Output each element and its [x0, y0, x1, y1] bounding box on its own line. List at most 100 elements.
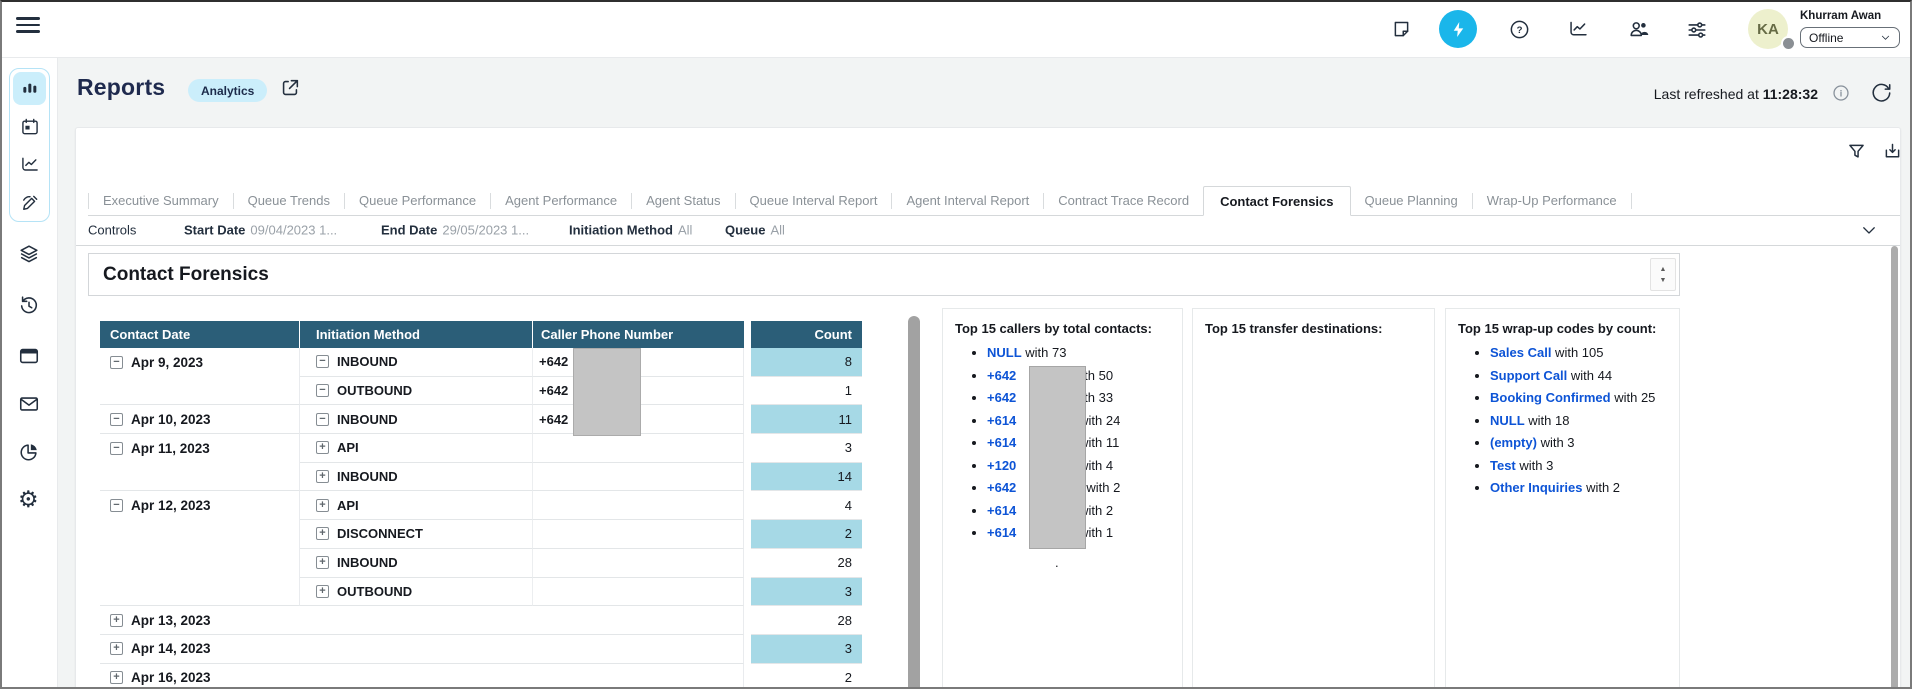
bolt-icon[interactable] — [1439, 10, 1477, 48]
caller-link[interactable]: +642 — [987, 480, 1016, 495]
sidebar-item-calendar[interactable] — [13, 110, 46, 143]
sidebar-item-window[interactable] — [18, 345, 40, 367]
table-header: Contact Date Initiation Method Caller Ph… — [100, 321, 886, 348]
panel-wrapup-codes: Top 15 wrap-up codes by count: Sales Cal… — [1445, 308, 1680, 689]
list-item: Support Call with 44 — [1490, 368, 1679, 384]
caller-link[interactable]: +642 — [987, 390, 1016, 405]
sidebar-item-layers[interactable] — [18, 243, 40, 265]
controls-collapse-chevron-icon[interactable] — [1860, 221, 1878, 239]
window-icon — [18, 345, 40, 367]
tab-wrap-up-performance[interactable]: Wrap-Up Performance — [1473, 187, 1631, 215]
collapse-box-icon[interactable]: − — [316, 413, 329, 426]
wrapup-link[interactable]: Support Call — [1490, 368, 1567, 383]
tab-queue-interval-report[interactable]: Queue Interval Report — [736, 187, 892, 215]
line-chart-icon — [20, 155, 40, 175]
table-scrollbar[interactable] — [908, 316, 920, 689]
status-select[interactable]: Offline — [1800, 27, 1900, 48]
filter-start-date[interactable]: Start Date09/04/2023 1... — [184, 223, 337, 238]
expand-box-icon[interactable]: + — [110, 671, 123, 684]
count-cell: 8 — [751, 348, 862, 377]
external-link-icon[interactable] — [279, 77, 301, 99]
tab-queue-planning[interactable]: Queue Planning — [1351, 187, 1472, 215]
sidebar-item-settings[interactable]: ⚙ — [18, 488, 39, 512]
download-icon[interactable] — [1882, 141, 1901, 162]
collapse-box-icon[interactable]: − — [316, 355, 329, 368]
menu-icon[interactable] — [16, 17, 40, 33]
tab-queue-trends[interactable]: Queue Trends — [234, 187, 344, 215]
expand-box-icon[interactable]: + — [316, 585, 329, 598]
caller-link[interactable]: +614 — [987, 503, 1016, 518]
caller-link[interactable]: +642 — [987, 368, 1016, 383]
help-icon[interactable]: ? — [1509, 19, 1530, 40]
caller-link[interactable]: +614 — [987, 525, 1016, 540]
list-item: Sales Call with 105 — [1490, 345, 1679, 361]
caller-link[interactable]: +614 — [987, 413, 1016, 428]
wrapup-link[interactable]: Test — [1490, 458, 1516, 473]
collapse-box-icon[interactable]: − — [110, 442, 123, 455]
spinner-up-icon[interactable]: ▲ — [1660, 266, 1667, 273]
redaction-overlay — [573, 348, 641, 436]
sidebar-item-pie-chart[interactable] — [18, 441, 40, 463]
tab-queue-performance[interactable]: Queue Performance — [345, 187, 490, 215]
col-caller-phone: Caller Phone Number — [533, 321, 744, 348]
collapse-box-icon[interactable]: − — [110, 356, 123, 369]
caller-link[interactable]: +120 — [987, 458, 1016, 473]
chevron-down-icon — [1880, 32, 1891, 43]
expand-box-icon[interactable]: + — [110, 642, 123, 655]
sidebar-item-line-chart[interactable] — [13, 148, 46, 181]
note-icon[interactable] — [1391, 19, 1412, 40]
refresh-icon[interactable] — [1870, 82, 1892, 104]
info-icon[interactable]: i — [1832, 84, 1850, 102]
expand-box-icon[interactable]: + — [316, 499, 329, 512]
users-icon[interactable] — [1628, 18, 1650, 40]
filter-end-date[interactable]: End Date29/05/2023 1... — [381, 223, 529, 238]
report-card: Executive Summary Queue Trends Queue Per… — [75, 127, 1901, 689]
report-tabs: Executive Summary Queue Trends Queue Per… — [88, 186, 1900, 216]
collapse-box-icon[interactable]: − — [316, 384, 329, 397]
wrapup-link[interactable]: (empty) — [1490, 435, 1537, 450]
svg-text:i: i — [1840, 88, 1843, 98]
sidebar-item-reports[interactable] — [13, 72, 46, 105]
wrapup-link[interactable]: Booking Confirmed — [1490, 390, 1611, 405]
tab-agent-status[interactable]: Agent Status — [632, 187, 734, 215]
top-bar: ? KA Khurram Awan Offline — [2, 2, 1910, 58]
count-cell: 2 — [751, 520, 862, 549]
count-cell: 4 — [751, 491, 862, 520]
filter-queue[interactable]: QueueAll — [725, 223, 785, 238]
expand-box-icon[interactable]: + — [110, 614, 123, 627]
count-cell: 28 — [751, 549, 862, 578]
expand-box-icon[interactable]: + — [316, 556, 329, 569]
wrapup-link[interactable]: Other Inquiries — [1490, 480, 1582, 495]
layers-icon — [18, 243, 40, 265]
list-item: Test with 3 — [1490, 458, 1679, 474]
expand-box-icon[interactable]: + — [316, 441, 329, 454]
filter-icon[interactable] — [1846, 141, 1867, 162]
tab-agent-performance[interactable]: Agent Performance — [491, 187, 631, 215]
collapse-box-icon[interactable]: − — [110, 413, 123, 426]
tab-agent-interval-report[interactable]: Agent Interval Report — [892, 187, 1043, 215]
heading-spinner: ▲ ▼ — [1650, 258, 1676, 291]
sidebar-item-design[interactable] — [13, 186, 46, 219]
spinner-down-icon[interactable]: ▼ — [1660, 277, 1667, 284]
sidebar-item-mail[interactable] — [18, 393, 40, 415]
panel-footnote: . — [943, 555, 1182, 570]
metrics-icon[interactable] — [1568, 19, 1589, 40]
caller-link[interactable]: NULL — [987, 345, 1022, 360]
tab-executive-summary[interactable]: Executive Summary — [89, 187, 233, 215]
tab-contact-forensics[interactable]: Contact Forensics — [1203, 186, 1350, 216]
col-initiation-method: Initiation Method — [300, 321, 533, 348]
wrapup-link[interactable]: Sales Call — [1490, 345, 1551, 360]
sliders-icon[interactable] — [1686, 19, 1708, 41]
collapse-box-icon[interactable]: − — [110, 499, 123, 512]
wrapup-link[interactable]: NULL — [1490, 413, 1525, 428]
tab-contract-trace-record[interactable]: Contract Trace Record — [1044, 187, 1203, 215]
caller-link[interactable]: +614 — [987, 435, 1016, 450]
expand-box-icon[interactable]: + — [316, 527, 329, 540]
count-cell: 3 — [751, 635, 862, 664]
filter-initiation-method[interactable]: Initiation MethodAll — [569, 223, 692, 238]
table-row: +INBOUND 28 — [100, 549, 886, 578]
sidebar-item-history[interactable] — [18, 294, 40, 316]
app-window: ? KA Khurram Awan Offline — [0, 0, 1912, 689]
card-scrollbar[interactable] — [1891, 246, 1898, 689]
expand-box-icon[interactable]: + — [316, 470, 329, 483]
